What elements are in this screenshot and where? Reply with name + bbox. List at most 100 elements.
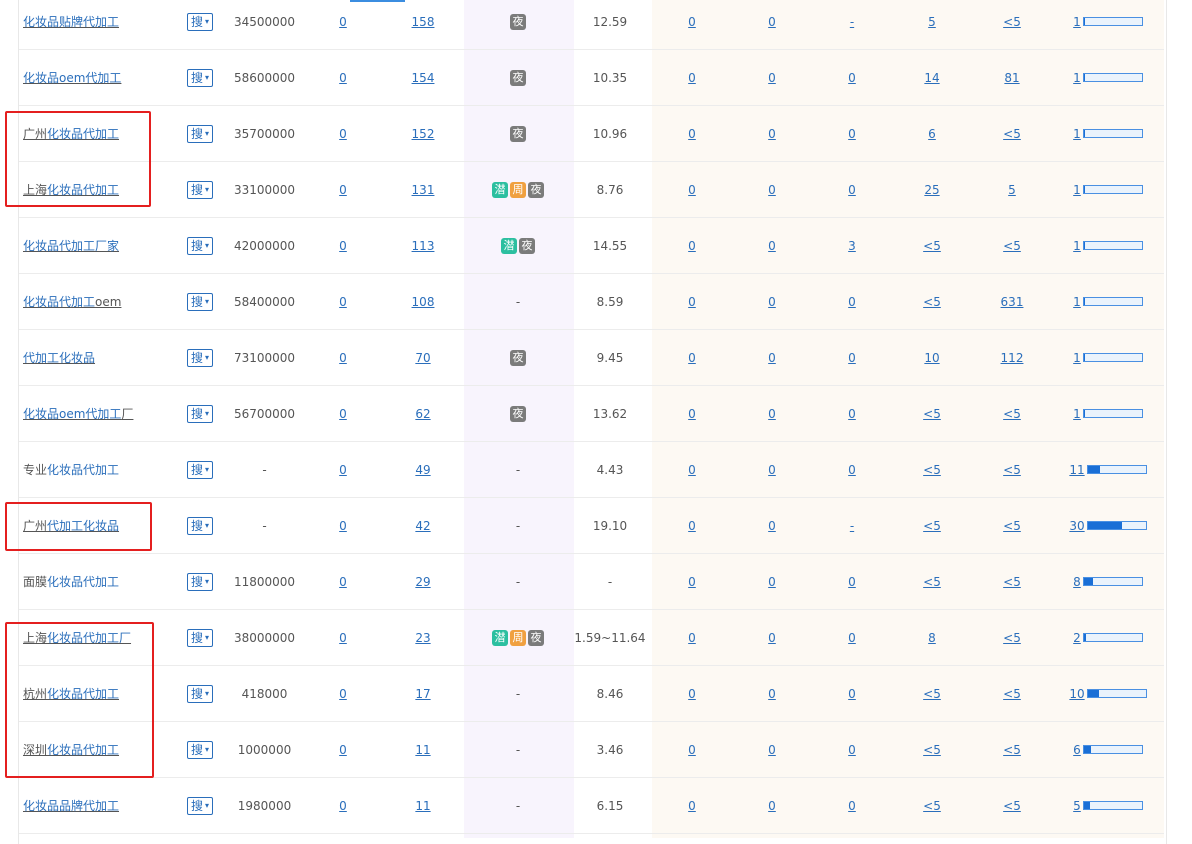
count-6-link[interactable]: <5 (923, 239, 941, 253)
trend-link[interactable]: 1 (1073, 351, 1081, 365)
count-3-link[interactable]: 0 (688, 631, 696, 645)
search-dropdown-button[interactable]: 搜 ▾ (186, 460, 214, 479)
count-1-link[interactable]: 0 (339, 743, 347, 757)
count-3-link[interactable]: 0 (688, 351, 696, 365)
keyword-link[interactable]: 化妆品代加工厂家 (23, 239, 119, 253)
trend-link[interactable]: 1 (1073, 183, 1081, 197)
count-7-link[interactable]: <5 (1003, 127, 1021, 141)
count-6-link[interactable]: <5 (923, 743, 941, 757)
count-5-link[interactable]: 0 (848, 183, 856, 197)
count-2-link[interactable]: 113 (412, 239, 435, 253)
search-dropdown-button[interactable]: 搜 ▾ (186, 404, 214, 423)
count-7-link[interactable]: <5 (1003, 687, 1021, 701)
count-4-link[interactable]: 0 (768, 799, 776, 813)
count-3-link[interactable]: 0 (688, 295, 696, 309)
count-1-link[interactable]: 0 (339, 239, 347, 253)
count-6-link[interactable]: 25 (924, 183, 939, 197)
trend-indicator[interactable]: 5 (1073, 799, 1143, 813)
count-5-link[interactable]: 0 (848, 631, 856, 645)
count-5-link[interactable]: 0 (848, 743, 856, 757)
count-2-link[interactable]: 131 (412, 183, 435, 197)
count-5-link[interactable]: - (850, 519, 854, 533)
count-2-link[interactable]: 154 (412, 71, 435, 85)
count-5-link[interactable]: 0 (848, 407, 856, 421)
count-1-link[interactable]: 0 (339, 127, 347, 141)
keyword-link[interactable]: 化妆品oem代加工厂 (23, 407, 133, 421)
count-5-link[interactable]: 0 (848, 127, 856, 141)
count-6-link[interactable]: <5 (923, 799, 941, 813)
count-3-link[interactable]: 0 (688, 519, 696, 533)
search-dropdown-button[interactable]: 搜 ▾ (186, 796, 214, 815)
count-4-link[interactable]: 0 (768, 463, 776, 477)
count-2-link[interactable]: 108 (412, 295, 435, 309)
count-6-link[interactable]: 14 (924, 71, 939, 85)
keyword-link[interactable]: 化妆品品牌代加工 (23, 799, 119, 813)
count-1-link[interactable]: 0 (339, 71, 347, 85)
trend-link[interactable]: 1 (1073, 239, 1081, 253)
trend-indicator[interactable]: 30 (1069, 519, 1147, 533)
count-2-link[interactable]: 70 (415, 351, 430, 365)
trend-link[interactable]: 8 (1073, 575, 1081, 589)
count-4-link[interactable]: 0 (768, 15, 776, 29)
count-7-link[interactable]: <5 (1003, 239, 1021, 253)
trend-link[interactable]: 1 (1073, 71, 1081, 85)
search-dropdown-button[interactable]: 搜 ▾ (186, 628, 214, 647)
count-6-link[interactable]: <5 (923, 295, 941, 309)
count-3-link[interactable]: 0 (688, 127, 696, 141)
trend-indicator[interactable]: 1 (1073, 295, 1143, 309)
count-5-link[interactable]: 0 (848, 295, 856, 309)
count-7-link[interactable]: <5 (1003, 15, 1021, 29)
count-5-link[interactable]: 0 (848, 687, 856, 701)
search-dropdown-button[interactable]: 搜 ▾ (186, 572, 214, 591)
count-7-link[interactable]: 112 (1001, 351, 1024, 365)
count-3-link[interactable]: 0 (688, 71, 696, 85)
count-3-link[interactable]: 0 (688, 463, 696, 477)
count-2-link[interactable]: 11 (415, 743, 430, 757)
count-5-link[interactable]: 3 (848, 239, 856, 253)
search-dropdown-button[interactable]: 搜 ▾ (186, 348, 214, 367)
trend-indicator[interactable]: 1 (1073, 239, 1143, 253)
trend-link[interactable]: 30 (1069, 519, 1084, 533)
count-1-link[interactable]: 0 (339, 351, 347, 365)
count-4-link[interactable]: 0 (768, 239, 776, 253)
search-dropdown-button[interactable]: 搜 ▾ (186, 12, 214, 31)
keyword-link[interactable]: 广州化妆品代加工 (23, 127, 119, 141)
count-3-link[interactable]: 0 (688, 15, 696, 29)
count-2-link[interactable]: 62 (415, 407, 430, 421)
trend-link[interactable]: 6 (1073, 743, 1081, 757)
count-2-link[interactable]: 11 (415, 799, 430, 813)
keyword-link[interactable]: 深圳化妆品代加工 (23, 743, 119, 757)
count-7-link[interactable]: <5 (1003, 799, 1021, 813)
keyword-link[interactable]: 代加工化妆品 (23, 351, 95, 365)
count-5-link[interactable]: 0 (848, 799, 856, 813)
keyword-link[interactable]: 上海化妆品代加工 (23, 183, 119, 197)
count-3-link[interactable]: 0 (688, 239, 696, 253)
trend-link[interactable]: 1 (1073, 127, 1081, 141)
count-4-link[interactable]: 0 (768, 575, 776, 589)
count-7-link[interactable]: <5 (1003, 575, 1021, 589)
trend-indicator[interactable]: 1 (1073, 351, 1143, 365)
count-6-link[interactable]: 8 (928, 631, 936, 645)
keyword-link[interactable]: 化妆品贴牌代加工 (23, 15, 119, 29)
search-dropdown-button[interactable]: 搜 ▾ (186, 68, 214, 87)
count-4-link[interactable]: 0 (768, 183, 776, 197)
count-3-link[interactable]: 0 (688, 799, 696, 813)
count-1-link[interactable]: 0 (339, 407, 347, 421)
search-dropdown-button[interactable]: 搜 ▾ (186, 684, 214, 703)
count-4-link[interactable]: 0 (768, 743, 776, 757)
search-dropdown-button[interactable]: 搜 ▾ (186, 292, 214, 311)
count-7-link[interactable]: <5 (1003, 631, 1021, 645)
keyword-link[interactable]: 化妆品代加工oem (23, 295, 121, 309)
trend-indicator[interactable]: 11 (1069, 463, 1147, 477)
trend-indicator[interactable]: 8 (1073, 575, 1143, 589)
count-5-link[interactable]: 0 (848, 71, 856, 85)
count-4-link[interactable]: 0 (768, 295, 776, 309)
search-dropdown-button[interactable]: 搜 ▾ (186, 236, 214, 255)
count-7-link[interactable]: 5 (1008, 183, 1016, 197)
count-3-link[interactable]: 0 (688, 407, 696, 421)
trend-indicator[interactable]: 1 (1073, 183, 1143, 197)
count-5-link[interactable]: 0 (848, 463, 856, 477)
count-5-link[interactable]: - (850, 15, 854, 29)
count-4-link[interactable]: 0 (768, 687, 776, 701)
count-4-link[interactable]: 0 (768, 71, 776, 85)
